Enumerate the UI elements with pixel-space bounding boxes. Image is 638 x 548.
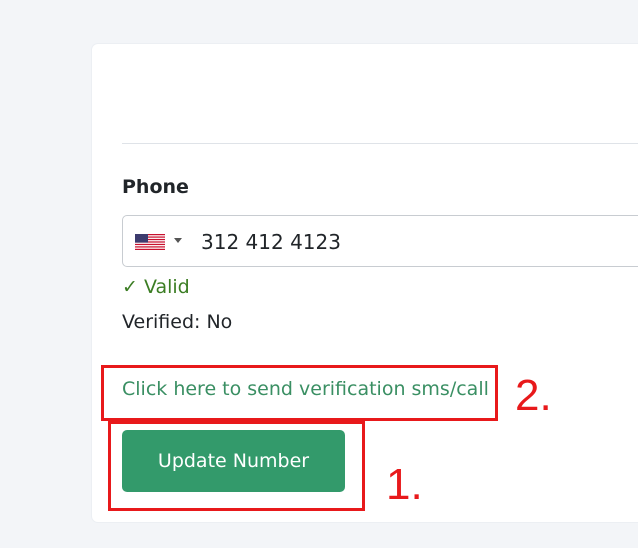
verified-status: Verified: No (122, 311, 233, 333)
annotation-label-2: 2. (515, 371, 552, 420)
annotation-box-2 (101, 365, 498, 421)
phone-input-group[interactable] (122, 215, 638, 267)
divider (122, 143, 638, 144)
phone-number-input[interactable] (201, 230, 601, 254)
chevron-down-icon[interactable] (174, 238, 182, 243)
annotation-label-1: 1. (386, 460, 423, 509)
us-flag-icon[interactable] (135, 234, 165, 250)
annotation-box-1 (108, 421, 365, 511)
phone-label: Phone (122, 176, 189, 198)
valid-status: ✓ Valid (122, 276, 190, 298)
